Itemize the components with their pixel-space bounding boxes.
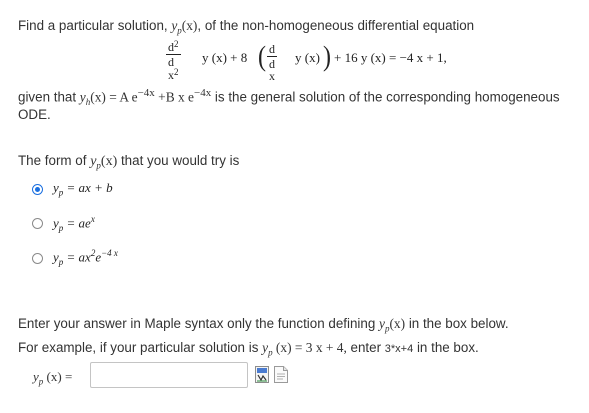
form-prompt: The form of yp(x) that you would try is (18, 153, 239, 171)
preview-document-icon[interactable] (274, 366, 288, 383)
given-exponent-2: −4x (193, 87, 212, 99)
given-suffix: is the general solution of the correspon… (211, 89, 560, 105)
given-expression-a: (x) = A e (90, 89, 138, 105)
option-2-exponent: x (90, 214, 95, 224)
option-3-tail-exponent: −4 x (101, 248, 118, 258)
second-derivative-operator: d2 d x2 (166, 40, 181, 81)
d1-denominator: d x (267, 56, 277, 83)
equation-rest: + 16 y (x) = −4 x + 1, (334, 50, 447, 65)
instruction-2-suffix: in the box. (413, 340, 479, 355)
yp-argument: (x) (181, 18, 198, 33)
instruction-1-arg: (x) (389, 316, 406, 331)
option-2-expression: = ae (63, 215, 91, 231)
instruction-2-expression: (x) = 3 x + 4, (272, 340, 347, 355)
instruction-2-prefix: For example, if your particular solution… (18, 340, 263, 355)
equation-term-1: y (x) + 8 (202, 50, 248, 65)
instruction-1-suffix: in the box below. (405, 316, 509, 331)
answer-input[interactable] (90, 362, 248, 388)
option-1-radio[interactable] (32, 184, 43, 195)
answer-label: yp (x) = (33, 369, 72, 387)
given-prefix: given that (18, 89, 80, 105)
instruction-1-prefix: Enter your answer in Maple syntax only t… (18, 316, 380, 331)
ode-line: ODE. (18, 107, 51, 122)
option-1-expression: = ax + b (63, 180, 113, 195)
equation-term-2: y (x) (295, 50, 320, 65)
d2-numerator-exponent: 2 (174, 39, 179, 49)
option-2-radio[interactable] (32, 218, 43, 229)
instruction-line-1: Enter your answer in Maple syntax only t… (18, 316, 509, 334)
d2-denominator-exponent: 2 (174, 67, 179, 77)
instruction-2-code: 3*x+4 (384, 343, 414, 355)
d1-numerator: d (269, 42, 275, 56)
answer-label-rest: (x) = (43, 369, 73, 384)
question-line-1: Find a particular solution, yp(x), of th… (18, 18, 474, 36)
open-paren: ( (258, 41, 266, 73)
option-3-radio[interactable] (32, 253, 43, 264)
instruction-line-2: For example, if your particular solution… (18, 340, 479, 358)
option-3-expression: = ax (63, 249, 91, 265)
option-3-label[interactable]: yp = ax2e−4 x (53, 248, 118, 267)
first-derivative-operator: d d x (267, 43, 277, 82)
option-1-label[interactable]: yp = ax + b (53, 180, 113, 198)
instruction-2-mid: enter (346, 340, 385, 355)
option-2-label[interactable]: yp = aex (53, 214, 95, 233)
question-intro: Find a particular solution, (18, 18, 172, 33)
question-intro-suffix: , of the non-homogeneous differential eq… (197, 18, 475, 33)
given-expression-b: +B x e (154, 89, 194, 105)
form-prompt-arg: (x) (100, 154, 118, 169)
given-exponent-1: −4x (137, 87, 155, 99)
equation-editor-icon[interactable] (255, 366, 269, 383)
given-line: given that yh(x) = A e−4x +B x e−4x is t… (18, 87, 560, 107)
close-paren: ) (323, 41, 331, 73)
form-prompt-suffix: that you would try is (117, 153, 240, 168)
form-prompt-prefix: The form of (18, 153, 91, 168)
